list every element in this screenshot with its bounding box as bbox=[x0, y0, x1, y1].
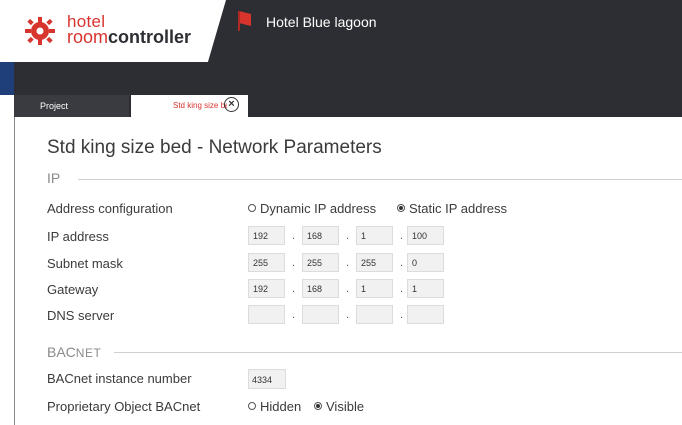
bacnet-instance-label: BACnet instance number bbox=[47, 371, 192, 386]
bacnet-instance-input[interactable]: 4334 bbox=[248, 369, 286, 389]
subnet-mask-label: Subnet mask bbox=[47, 256, 123, 271]
ip-octet-3[interactable]: 1 bbox=[356, 226, 393, 245]
octet-separator: . bbox=[292, 230, 296, 242]
radio-checked-icon bbox=[397, 204, 405, 212]
octet-separator: . bbox=[400, 283, 404, 295]
radio-static-ip[interactable]: Static IP address bbox=[397, 201, 507, 216]
dns-octet-2[interactable] bbox=[302, 305, 339, 324]
tab-label: Std king size bed bbox=[173, 101, 227, 110]
radio-unchecked-icon bbox=[248, 402, 256, 410]
gateway-octet-4[interactable]: 1 bbox=[407, 279, 444, 298]
left-accent-strip bbox=[0, 58, 14, 95]
octet-separator: . bbox=[400, 309, 404, 321]
close-tab-icon[interactable]: × bbox=[224, 97, 239, 112]
radio-hidden[interactable]: Hidden bbox=[248, 399, 301, 414]
dns-server-label: DNS server bbox=[47, 308, 115, 323]
address-configuration-label: Address configuration bbox=[47, 201, 173, 216]
dns-octet-4[interactable] bbox=[407, 305, 444, 324]
ip-address-label: IP address bbox=[47, 229, 109, 244]
section-divider-bacnet bbox=[114, 352, 682, 353]
section-divider-ip bbox=[78, 179, 682, 180]
octet-separator: . bbox=[400, 257, 404, 269]
subnet-octet-4[interactable]: 0 bbox=[407, 253, 444, 272]
dns-octet-3[interactable] bbox=[356, 305, 393, 324]
radio-dynamic-ip[interactable]: Dynamic IP address bbox=[248, 201, 376, 216]
subnet-octet-2[interactable]: 255 bbox=[302, 253, 339, 272]
octet-separator: . bbox=[346, 309, 350, 321]
radio-checked-icon bbox=[314, 402, 322, 410]
radio-unchecked-icon bbox=[248, 204, 256, 212]
content-left-border bbox=[14, 117, 15, 425]
gear-logo-icon bbox=[25, 17, 55, 45]
octet-separator: . bbox=[292, 283, 296, 295]
octet-separator: . bbox=[292, 309, 296, 321]
hotel-flag-icon bbox=[238, 11, 251, 31]
ip-octet-1[interactable]: 192 bbox=[248, 226, 285, 245]
gateway-label: Gateway bbox=[47, 282, 99, 297]
section-heading-ip: IP bbox=[47, 170, 61, 186]
gateway-octet-1[interactable]: 192 bbox=[248, 279, 285, 298]
octet-separator: . bbox=[400, 230, 404, 242]
subnet-octet-1[interactable]: 255 bbox=[248, 253, 285, 272]
octet-separator: . bbox=[346, 257, 350, 269]
logo-text-roomcontroller: roomcontroller bbox=[67, 27, 192, 47]
gateway-octet-2[interactable]: 168 bbox=[302, 279, 339, 298]
octet-separator: . bbox=[346, 283, 350, 295]
dns-octet-1[interactable] bbox=[248, 305, 285, 324]
page-title: Std king size bed - Network Parameters bbox=[47, 137, 382, 158]
section-heading-bacnet: BACNET bbox=[47, 344, 102, 360]
gateway-octet-3[interactable]: 1 bbox=[356, 279, 393, 298]
ip-octet-4[interactable]: 100 bbox=[407, 226, 444, 245]
octet-separator: . bbox=[292, 257, 296, 269]
tab-project[interactable]: Project bbox=[14, 95, 129, 117]
radio-visible[interactable]: Visible bbox=[314, 399, 364, 414]
octet-separator: . bbox=[346, 230, 350, 242]
hotel-name[interactable]: Hotel Blue lagoon bbox=[266, 14, 377, 30]
subnet-octet-3[interactable]: 255 bbox=[356, 253, 393, 272]
ip-octet-2[interactable]: 168 bbox=[302, 226, 339, 245]
proprietary-object-label: Proprietary Object BACnet bbox=[47, 399, 201, 414]
